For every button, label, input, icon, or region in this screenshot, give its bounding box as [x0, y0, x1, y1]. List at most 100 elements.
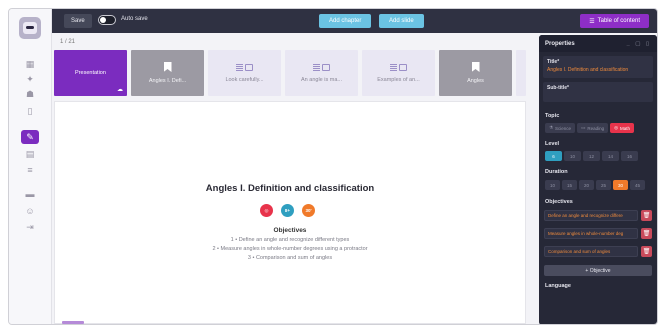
- stack-icon[interactable]: ≡: [21, 163, 39, 177]
- objective-row: Measure angles in whole-number deg 🗑: [544, 228, 652, 239]
- slide-thumb-3[interactable]: Look carefully...: [208, 50, 281, 96]
- bookmark-icon: [471, 62, 480, 72]
- objective-input[interactable]: Measure angles in whole-number deg: [544, 228, 638, 239]
- objective-input[interactable]: Comparison and sum of angles: [544, 246, 638, 257]
- trash-icon[interactable]: 🗑: [641, 210, 652, 221]
- horizontal-scrollbar[interactable]: [62, 321, 84, 324]
- title-field-value: Angles I. Definition and classification: [547, 67, 629, 73]
- export-icon[interactable]: ⇥: [21, 220, 39, 234]
- subtitle-field-label: Sub-title*: [547, 85, 569, 91]
- slide-thumb-label: Examples of an...: [377, 76, 420, 83]
- level-badge: 8+: [281, 204, 294, 217]
- slide-strip: Presentation ☁ Angles I. Defi... Look ca…: [54, 50, 526, 96]
- panel-window-icons[interactable]: _ ▢ ▯: [627, 41, 651, 47]
- topic-reading-label: Reading: [587, 125, 605, 131]
- level-options: 6 10 12 14 16: [545, 151, 638, 161]
- objective-input[interactable]: Define an angle and recognize differe: [544, 210, 638, 221]
- clipboard-icon[interactable]: ▤: [21, 147, 39, 161]
- topic-reading[interactable]: ▭ Reading: [577, 123, 609, 133]
- objective-line: 1 • Define an angle and recognize differ…: [230, 237, 350, 243]
- left-sidebar: ▦ ✦ ☗ ▯ ✎ ▤ ≡ ▬ ☺ ⇥: [9, 9, 52, 324]
- topic-options: ⚗ Science ▭ Reading ◎ Math: [545, 123, 635, 133]
- objective-row: Define an angle and recognize differe 🗑: [544, 210, 652, 221]
- slide-thumb-label: Angles I. Defi...: [148, 78, 187, 84]
- duration-label: Duration: [545, 169, 568, 175]
- save-button[interactable]: Save: [64, 14, 92, 28]
- duration-option[interactable]: 10: [545, 180, 560, 190]
- level-option[interactable]: 6: [545, 151, 562, 161]
- cloud-icon: ☁: [117, 87, 123, 93]
- book-icon: ▭: [581, 125, 586, 130]
- top-toolbar: Save Auto save Add chapter Add slide ☰ T…: [52, 9, 657, 33]
- topic-science-label: Science: [555, 125, 572, 131]
- document-icon[interactable]: ▯: [21, 104, 39, 118]
- math-target-icon: ◎: [260, 204, 273, 217]
- add-objective-button[interactable]: + Objective: [544, 265, 652, 276]
- flask-icon: ⚗: [549, 125, 554, 130]
- duration-option[interactable]: 20: [579, 180, 594, 190]
- topic-math[interactable]: ◎ Math: [610, 123, 635, 133]
- subtitle-field[interactable]: Sub-title*: [543, 82, 653, 102]
- card-icon[interactable]: ▬: [21, 187, 39, 201]
- slide-thumb-label: Look carefully...: [225, 76, 264, 83]
- title-field[interactable]: Title* Angles I. Definition and classifi…: [543, 56, 653, 78]
- slide-thumb-presentation[interactable]: Presentation ☁: [54, 50, 127, 96]
- slide-thumb-partial[interactable]: [516, 50, 526, 96]
- trash-icon[interactable]: 🗑: [641, 228, 652, 239]
- target-icon: ◎: [614, 125, 619, 130]
- objectives-label: Objectives: [545, 199, 573, 205]
- grid-icon[interactable]: ▦: [21, 57, 39, 71]
- topic-science[interactable]: ⚗ Science: [545, 123, 576, 133]
- trash-icon[interactable]: 🗑: [641, 246, 652, 257]
- app-logo: [19, 17, 41, 39]
- level-option[interactable]: 14: [602, 151, 619, 161]
- properties-panel: Properties _ ▢ ▯ Title* Angles I. Defini…: [539, 35, 657, 324]
- text-image-icon: [313, 63, 330, 71]
- slide-thumb-label: Presentation: [75, 70, 106, 76]
- level-option[interactable]: 16: [621, 151, 638, 161]
- slide-canvas[interactable]: Angles I. Definition and classification …: [54, 101, 526, 324]
- duration-options: 10 15 20 25 30 45: [545, 180, 645, 190]
- objective-line: 2 • Measure angles in whole-number degre…: [212, 246, 368, 252]
- table-of-content-button[interactable]: ☰ Table of content: [580, 14, 649, 28]
- star-icon[interactable]: ✦: [21, 72, 39, 86]
- text-image-icon: [390, 63, 407, 71]
- level-option[interactable]: 12: [583, 151, 600, 161]
- level-option[interactable]: 10: [564, 151, 581, 161]
- add-slide-button[interactable]: Add slide: [379, 14, 424, 28]
- autosave-label: Auto save: [121, 16, 148, 22]
- app-window: ▦ ✦ ☗ ▯ ✎ ▤ ≡ ▬ ☺ ⇥ Save Auto save Add c…: [8, 8, 658, 325]
- objective-row: Comparison and sum of angles 🗑: [544, 246, 652, 257]
- slide-badges: ◎ 8+ 30': [260, 204, 315, 217]
- title-field-label: Title*: [547, 59, 560, 65]
- slide-counter: 1 / 21: [60, 39, 76, 45]
- topic-label: Topic: [545, 113, 560, 119]
- slide-thumb-4[interactable]: An angle is ma...: [285, 50, 358, 96]
- properties-header: Properties _ ▢ ▯: [539, 35, 657, 52]
- users-icon[interactable]: ☺: [21, 204, 39, 218]
- slide-title: Angles I. Definition and classification: [205, 183, 375, 194]
- duration-option[interactable]: 25: [596, 180, 611, 190]
- slide-thumb-label: Angles: [467, 78, 484, 84]
- slide-thumb-label: An angle is ma...: [301, 76, 342, 83]
- add-chapter-button[interactable]: Add chapter: [319, 14, 372, 28]
- slide-thumb-5[interactable]: Examples of an...: [362, 50, 435, 96]
- list-icon: ☰: [589, 18, 595, 25]
- slide-thumb-2[interactable]: Angles I. Defi...: [131, 50, 204, 96]
- table-of-content-label: Table of content: [597, 18, 640, 24]
- duration-option[interactable]: 45: [630, 180, 645, 190]
- autosave-toggle[interactable]: [98, 15, 116, 25]
- editor-icon[interactable]: ✎: [21, 130, 39, 144]
- level-label: Level: [545, 141, 560, 147]
- duration-option[interactable]: 30: [613, 180, 628, 190]
- duration-option[interactable]: 15: [562, 180, 577, 190]
- properties-title: Properties: [545, 40, 575, 47]
- text-image-icon: [236, 63, 253, 71]
- slide-thumb-6[interactable]: Angles: [439, 50, 512, 96]
- objectives-heading: Objectives: [273, 227, 307, 234]
- bookmark-icon: [163, 62, 172, 72]
- topic-math-label: Math: [620, 125, 631, 131]
- language-label: Language: [545, 283, 571, 289]
- duration-badge: 30': [302, 204, 315, 217]
- gamepad-icon[interactable]: ☗: [21, 87, 39, 101]
